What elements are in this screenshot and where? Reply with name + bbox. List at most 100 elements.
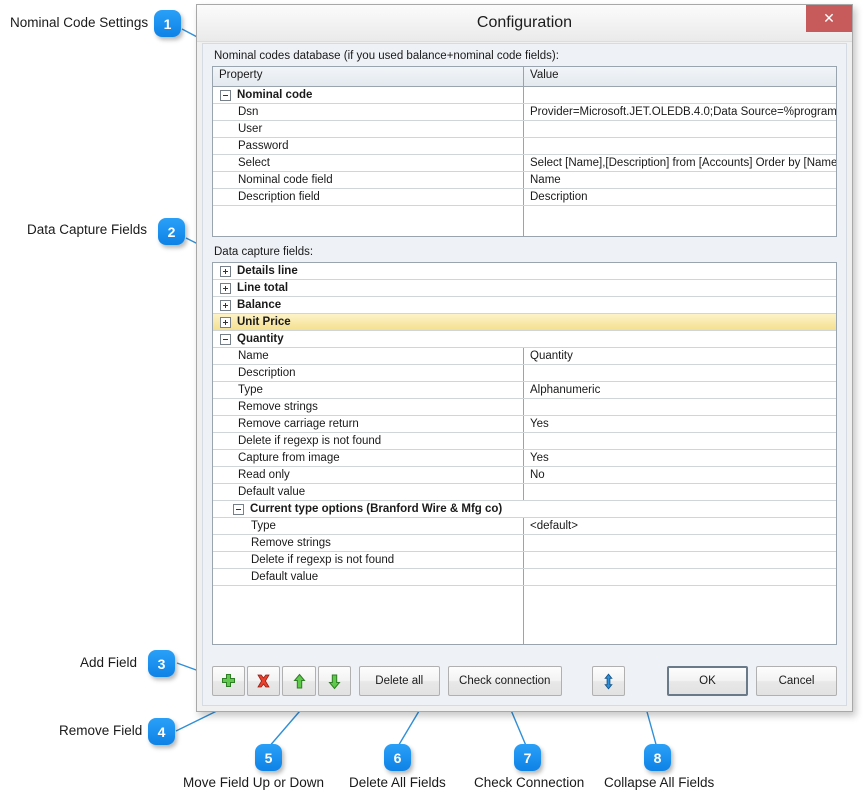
grid-cell-value[interactable]: Provider=Microsoft.JET.OLEDB.4.0;Data So… (524, 104, 836, 120)
grid-cell-value[interactable]: Yes (524, 450, 836, 466)
grid-cell-value[interactable]: No (524, 467, 836, 483)
grid-cell-value[interactable] (524, 535, 836, 551)
expand-toggle-icon[interactable] (220, 283, 231, 294)
grid-cell-value[interactable]: Alphanumeric (524, 382, 836, 398)
grid-row[interactable]: NameQuantity (213, 348, 836, 365)
annotation-badge-5: 5 (255, 744, 282, 771)
grid-cell-property: Remove strings (213, 399, 524, 415)
grid-cell-property: Delete if regexp is not found (213, 552, 524, 568)
ok-button[interactable]: OK (667, 666, 748, 696)
delete-red-x-icon (255, 673, 272, 690)
expand-toggle-icon[interactable] (220, 317, 231, 328)
grid-cell-value[interactable]: Description (524, 189, 836, 205)
grid-cell-property-text: Remove strings (251, 535, 331, 551)
collapse-toggle-icon[interactable] (233, 504, 244, 515)
grid-group-row[interactable]: Details line (213, 263, 836, 280)
grid-group-row[interactable]: Line total (213, 280, 836, 297)
grid-cell-value[interactable] (524, 552, 836, 568)
grid-row[interactable]: Dsn Provider=Microsoft.JET.OLEDB.4.0;Data… (213, 104, 836, 121)
collapse-all-fields-button[interactable] (592, 666, 625, 696)
grid-cell-value[interactable] (524, 399, 836, 415)
data-capture-caption: Data capture fields: (203, 237, 846, 262)
grid-row[interactable]: Remove strings (213, 399, 836, 416)
grid-row[interactable]: Remove strings (213, 535, 836, 552)
grid-row[interactable]: Type <default> (213, 518, 836, 535)
grid-cell-property: Remove carriage return (213, 416, 524, 432)
grid-group-row[interactable]: Unit Price (213, 314, 836, 331)
nominal-codes-grid[interactable]: Property Value Nominal codeDsn Provider=M… (212, 66, 837, 237)
grid-row[interactable]: Password (213, 138, 836, 155)
grid-cell-value[interactable] (524, 569, 836, 585)
annotation-label-7: Check Connection (474, 775, 584, 790)
cancel-button[interactable]: Cancel (756, 666, 837, 696)
nominal-grid-rows: Nominal codeDsn Provider=Microsoft.JET.OL… (213, 87, 836, 206)
grid-row[interactable]: Remove carriage return Yes (213, 416, 836, 433)
add-field-button[interactable] (212, 666, 245, 696)
column-header-property[interactable]: Property (213, 67, 524, 86)
grid-cell-value[interactable] (524, 138, 836, 154)
grid-group-row[interactable]: Nominal code (213, 87, 836, 104)
delete-all-button[interactable]: Delete all (359, 666, 440, 696)
expand-toggle-icon[interactable] (220, 266, 231, 277)
grid-cell-value[interactable]: Name (524, 172, 836, 188)
grid-row[interactable]: Type Alphanumeric (213, 382, 836, 399)
grid-cell-property: Type (213, 382, 524, 398)
data-capture-fields-grid[interactable]: Details lineLine totalBalanceUnit PriceQ… (212, 262, 837, 645)
grid-row[interactable]: Delete if regexp is not found (213, 552, 836, 569)
collapse-toggle-icon[interactable] (220, 334, 231, 345)
grid-cell-property-text: User (238, 121, 262, 137)
configuration-dialog: Configuration ✕ Nominal codes database (… (196, 4, 853, 712)
column-header-value[interactable]: Value (524, 67, 836, 86)
grid-row[interactable]: Default value (213, 569, 836, 586)
grid-row[interactable]: Default value (213, 484, 836, 501)
grid-cell-property-text: Default value (238, 484, 305, 500)
grid-group-row[interactable]: Current type options (Branford Wire & Mf… (213, 501, 836, 518)
grid-cell-property-text: Remove carriage return (238, 416, 359, 432)
grid-row[interactable]: Nominal code field Name (213, 172, 836, 189)
grid-row[interactable]: Description (213, 365, 836, 382)
capture-grid-empty-area[interactable] (213, 586, 836, 644)
move-field-down-button[interactable] (318, 666, 351, 696)
collapse-toggle-icon[interactable] (220, 90, 231, 101)
grid-row[interactable]: Description fieldDescription (213, 189, 836, 206)
grid-cell-value[interactable] (524, 433, 836, 449)
grid-cell-property-text: Type (251, 518, 276, 534)
grid-cell-property: Description (213, 365, 524, 381)
remove-field-button[interactable] (247, 666, 280, 696)
move-field-up-button[interactable] (282, 666, 315, 696)
nominal-codes-caption: Nominal codes database (if you used bala… (203, 44, 846, 66)
grid-cell-value[interactable] (524, 121, 836, 137)
grid-cell-value[interactable]: Yes (524, 416, 836, 432)
grid-cell-property-text: Password (238, 138, 289, 154)
grid-cell-property-text: Dsn (238, 104, 258, 120)
grid-row[interactable]: Delete if regexp is not found (213, 433, 836, 450)
grid-cell-property-text: Line total (237, 280, 288, 296)
check-connection-button[interactable]: Check connection (448, 666, 562, 696)
grid-cell-property-text: Type (238, 382, 263, 398)
grid-cell-value[interactable]: <default> (524, 518, 836, 534)
grid-cell-property-text: Select (238, 155, 270, 171)
grid-cell-value[interactable] (524, 87, 836, 103)
expand-toggle-icon[interactable] (220, 300, 231, 311)
grid-cell-property: Default value (213, 484, 524, 500)
grid-row[interactable]: Select Select [Name],[Description] from [… (213, 155, 836, 172)
nominal-grid-header: Property Value (213, 67, 836, 87)
grid-cell-property-text: Quantity (237, 331, 284, 347)
close-icon[interactable]: ✕ (806, 5, 852, 32)
grid-cell-property-text: Details line (237, 263, 298, 279)
grid-group-row[interactable]: Balance (213, 297, 836, 314)
grid-group-row[interactable]: Quantity (213, 331, 836, 348)
grid-cell-value[interactable] (524, 365, 836, 381)
grid-cell-property: Remove strings (213, 535, 524, 551)
grid-cell-value[interactable]: Quantity (524, 348, 836, 364)
annotation-badge-6: 6 (384, 744, 411, 771)
grid-cell-property-text: Nominal code field (238, 172, 333, 188)
annotation-badge-8: 8 (644, 744, 671, 771)
grid-row[interactable]: User (213, 121, 836, 138)
grid-row[interactable]: Read onlyNo (213, 467, 836, 484)
grid-cell-value[interactable]: Select [Name],[Description] from [Accoun… (524, 155, 836, 171)
grid-cell-property: Line total (213, 280, 836, 296)
nominal-grid-empty-area[interactable] (213, 206, 836, 237)
grid-cell-value[interactable] (524, 484, 836, 500)
grid-row[interactable]: Capture from imageYes (213, 450, 836, 467)
